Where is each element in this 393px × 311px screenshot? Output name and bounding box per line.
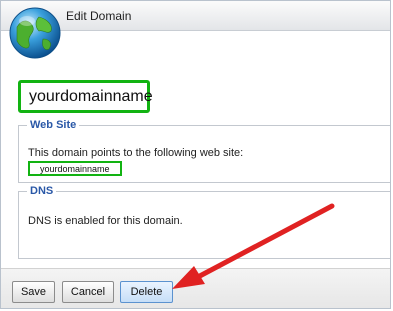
website-name-label: yourdomainname	[40, 164, 110, 174]
website-section-legend: Web Site	[27, 119, 80, 131]
cancel-button[interactable]: Cancel	[62, 281, 114, 303]
website-name-highlight: yourdomainname	[28, 161, 122, 176]
dialog-title: Edit Domain	[66, 9, 132, 23]
save-button[interactable]: Save	[12, 281, 55, 303]
dns-description: DNS is enabled for this domain.	[28, 215, 183, 227]
website-section: Web Site This domain points to the follo…	[18, 119, 390, 183]
dialog-footer: Save Cancel Delete	[1, 268, 390, 308]
dns-section-legend: DNS	[27, 185, 57, 197]
edit-domain-dialog: Edit Domain yourdomainname Web Site This…	[0, 0, 391, 309]
domain-name-label: yourdomainname	[29, 88, 153, 105]
website-description: This domain points to the following web …	[28, 147, 244, 159]
delete-button[interactable]: Delete	[120, 281, 173, 303]
globe-icon	[9, 7, 61, 59]
domain-name-highlight: yourdomainname	[18, 80, 153, 113]
dns-section: DNS DNS is enabled for this domain.	[18, 185, 390, 259]
